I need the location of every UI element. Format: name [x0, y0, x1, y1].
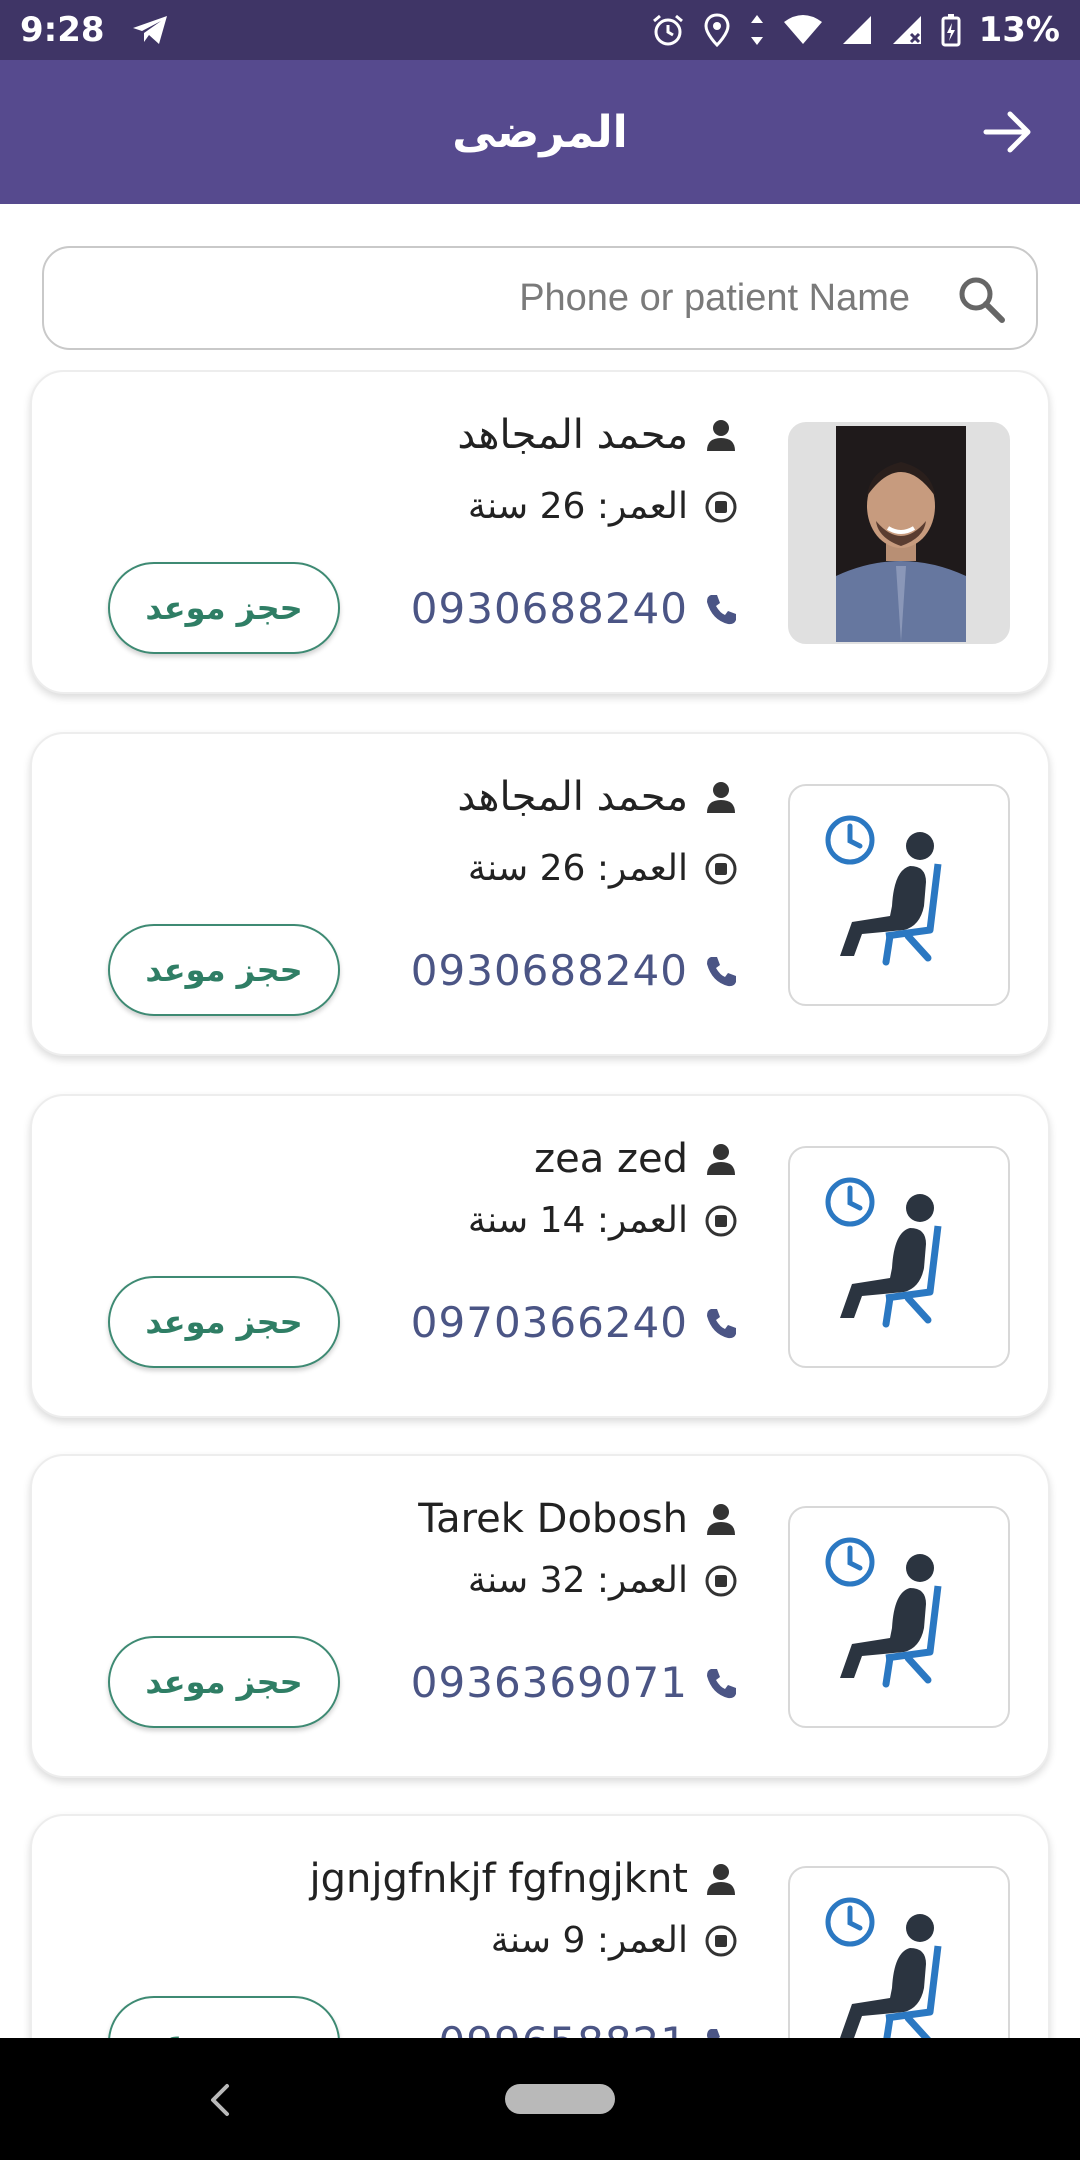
person-icon: [707, 420, 735, 451]
nav-home-pill[interactable]: [505, 2084, 615, 2114]
patient-phone[interactable]: 0936369071: [411, 1658, 688, 1707]
status-bar: 9:28 13%: [0, 0, 1080, 60]
alarm-icon: [651, 13, 685, 47]
patient-card[interactable]: محمد المجاهد العمر: 26 سنة 0930688240 حج…: [30, 370, 1050, 694]
patient-phone-row[interactable]: 0930688240: [411, 946, 738, 995]
record-icon: [705, 491, 737, 522]
battery-percent: 13%: [978, 10, 1060, 50]
waiting-room-icon: [788, 1146, 1010, 1368]
person-icon: [707, 1864, 735, 1895]
patient-age-row: العمر: 9 سنة: [491, 1920, 738, 1961]
patient-photo: [788, 422, 1010, 644]
patient-age-row: العمر: 14 سنة: [468, 1200, 738, 1241]
record-icon: [705, 1205, 737, 1236]
patient-photo-image: [836, 426, 966, 642]
patient-card[interactable]: zea zed العمر: 14 سنة 0970366240 حجز موع…: [30, 1094, 1050, 1418]
book-appointment-button[interactable]: حجز موعد: [108, 1996, 340, 2038]
patient-phone-row[interactable]: 0936369071: [411, 1658, 738, 1707]
book-appointment-button[interactable]: حجز موعد: [108, 562, 340, 654]
patient-age-row: العمر: 26 سنة: [468, 486, 738, 527]
phone-icon: [707, 594, 736, 624]
patient-age: العمر: 14 سنة: [467, 1200, 688, 1241]
waiting-room-icon: [788, 784, 1010, 1006]
patient-list[interactable]: محمد المجاهد العمر: 26 سنة 0930688240 حج…: [0, 370, 1080, 2038]
waiting-room-icon: [788, 1506, 1010, 1728]
patient-card[interactable]: jgnjgfnkjf fgfngjknt العمر: 9 سنة 099658…: [30, 1814, 1050, 2038]
battery-icon: [941, 13, 961, 47]
patient-phone-row[interactable]: 099658821: [439, 2018, 739, 2038]
patient-name: zea zed: [534, 1136, 688, 1182]
patient-age: العمر: 26 سنة: [467, 486, 688, 527]
signal-icon-2: [891, 14, 923, 46]
patient-age-row: العمر: 26 سنة: [468, 848, 738, 889]
system-nav-bar: [0, 2038, 1080, 2160]
patient-phone[interactable]: 0930688240: [411, 584, 688, 633]
waiting-room-icon: [788, 1866, 1010, 2038]
search-placeholder: Phone or patient Name: [519, 277, 910, 319]
patient-phone[interactable]: 0970366240: [411, 1298, 688, 1347]
patient-age: العمر: 9 سنة: [490, 1920, 688, 1961]
phone-icon: [707, 1668, 736, 1698]
patient-name-row: zea zed: [534, 1136, 738, 1182]
patient-name-row: Tarek Dobosh: [418, 1496, 738, 1542]
patient-card[interactable]: محمد المجاهد العمر: 26 سنة 0930688240 حج…: [30, 732, 1050, 1056]
patient-phone[interactable]: 099658821: [439, 2018, 689, 2038]
patient-name: jgnjgfnkjf fgfngjknt: [309, 1856, 688, 1902]
book-appointment-button[interactable]: حجز موعد: [108, 1636, 340, 1728]
record-icon: [705, 1565, 737, 1596]
patient-name: Tarek Dobosh: [418, 1496, 688, 1542]
phone-icon: [707, 1308, 736, 1338]
patient-name-row: jgnjgfnkjf fgfngjknt: [310, 1856, 738, 1902]
search-input[interactable]: Phone or patient Name: [42, 246, 1038, 350]
person-icon: [707, 1504, 735, 1535]
record-icon: [705, 853, 737, 884]
phone-icon: [707, 2028, 720, 2038]
patient-name: محمد المجاهد: [457, 412, 688, 458]
person-icon: [707, 1144, 735, 1175]
location-icon: [703, 13, 731, 47]
patient-name: محمد المجاهد: [457, 774, 688, 820]
patient-age: العمر: 26 سنة: [467, 848, 688, 889]
patient-age-row: العمر: 32 سنة: [468, 1560, 738, 1601]
record-icon: [705, 1925, 737, 1956]
data-arrows-icon: [749, 13, 765, 47]
telegram-icon: [131, 14, 169, 46]
book-appointment-button[interactable]: حجز موعد: [108, 1276, 340, 1368]
nav-back-icon[interactable]: [205, 2082, 235, 2118]
signal-icon: [841, 14, 873, 46]
patient-card[interactable]: Tarek Dobosh العمر: 32 سنة 0936369071 حج…: [30, 1454, 1050, 1778]
back-arrow-button[interactable]: [980, 104, 1036, 160]
patient-name-row: محمد المجاهد: [457, 774, 738, 820]
patient-name-row: محمد المجاهد: [457, 412, 738, 458]
patient-phone-row[interactable]: 0930688240: [411, 584, 738, 633]
app-bar: المرضى: [0, 60, 1080, 204]
patient-phone[interactable]: 0930688240: [411, 946, 688, 995]
search-icon[interactable]: [956, 274, 1006, 324]
patient-phone-row[interactable]: 0970366240: [411, 1298, 738, 1347]
patient-age: العمر: 32 سنة: [467, 1560, 688, 1601]
book-appointment-button[interactable]: حجز موعد: [108, 924, 340, 1016]
phone-icon: [707, 956, 736, 986]
wifi-icon: [783, 14, 823, 46]
page-title: المرضى: [452, 106, 628, 158]
status-time: 9:28: [20, 10, 105, 50]
arrow-right-icon: [983, 111, 1031, 153]
person-icon: [707, 782, 735, 813]
